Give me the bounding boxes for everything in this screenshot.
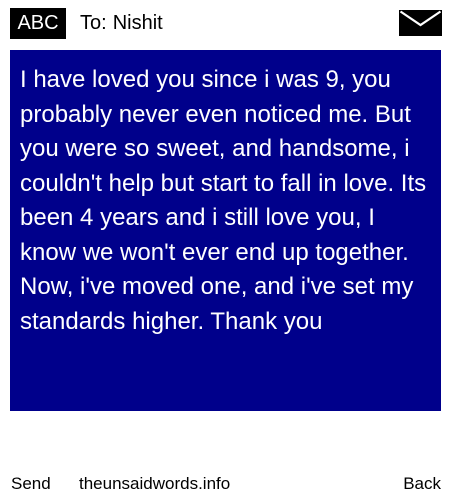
send-softkey[interactable]: Send: [11, 470, 51, 498]
back-softkey[interactable]: Back: [403, 470, 441, 498]
recipient-name: Nishit: [112, 12, 163, 34]
input-mode-badge[interactable]: ABC: [10, 8, 66, 39]
envelope-icon: [399, 10, 442, 36]
recipient-field[interactable]: To: Nishit: [80, 8, 163, 39]
site-label: theunsaidwords.info: [79, 474, 231, 493]
message-body-area[interactable]: I have loved you since i was 9, you prob…: [10, 50, 441, 411]
to-label: To:: [80, 12, 107, 34]
message-text: I have loved you since i was 9, you prob…: [20, 66, 427, 335]
message-header: ABC To: Nishit: [0, 0, 450, 48]
softkey-bar: Send theunsaidwords.info Back: [0, 470, 450, 498]
